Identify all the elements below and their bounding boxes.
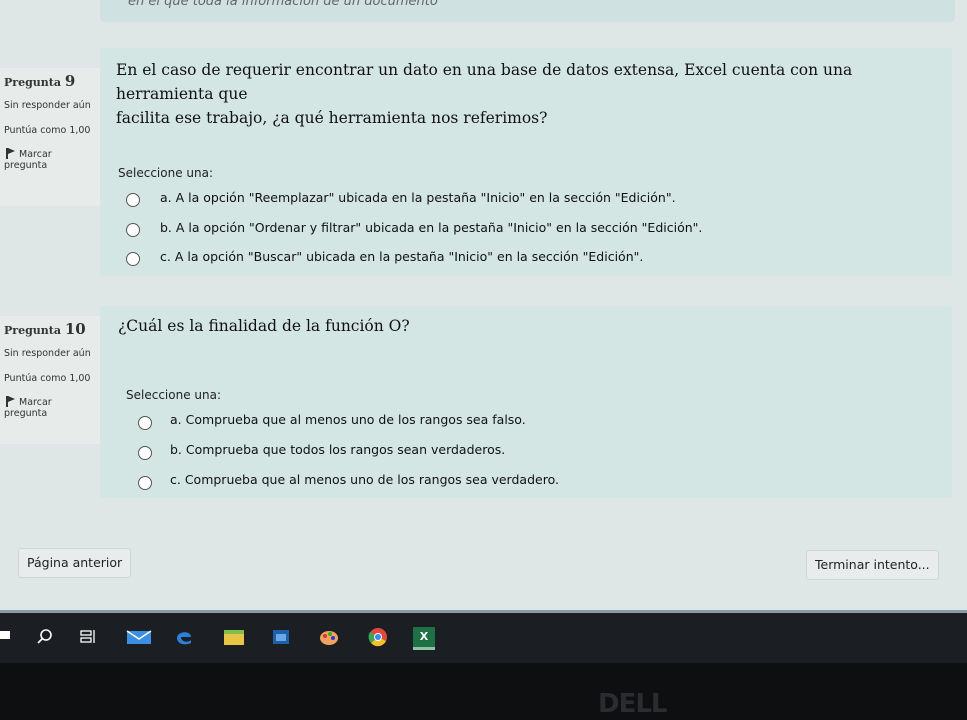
option-c-label[interactable]: c. A la opción "Buscar" ubicada en la pe… (160, 249, 643, 264)
mail-icon[interactable] (126, 627, 152, 647)
question-9-content: En el caso de requerir encontrar un dato… (100, 48, 952, 276)
chrome-icon[interactable] (366, 627, 390, 647)
option-a-label[interactable]: a. Comprueba que al menos uno de los ran… (170, 412, 526, 427)
option-c-label[interactable]: c. Comprueba que al menos uno de los ran… (170, 472, 559, 487)
windows-taskbar: X (0, 610, 967, 663)
question-number: Pregunta 10 (4, 320, 86, 338)
option-c-radio[interactable] (138, 476, 152, 490)
previous-page-button[interactable]: Página anterior (18, 548, 132, 578)
search-icon[interactable] (35, 627, 55, 647)
question-10-info: Pregunta 10 Sin responder aún Puntúa com… (0, 316, 106, 444)
question-text: ¿Cuál es la finalidad de la función O? (118, 317, 410, 335)
photos-icon[interactable] (271, 627, 291, 647)
flag-question-link[interactable]: Marcar pregunta (4, 396, 102, 419)
previous-question-snippet: en el que toda la informacion de un docu… (100, 0, 955, 22)
question-10-content: ¿Cuál es la finalidad de la función O? S… (100, 306, 952, 498)
snippet-text: en el que toda la informacion de un docu… (128, 0, 438, 9)
edge-icon[interactable] (174, 627, 194, 647)
question-number: Pregunta 9 (4, 72, 76, 90)
option-b-radio[interactable] (138, 446, 152, 460)
excel-icon[interactable]: X (413, 627, 435, 650)
task-view-icon[interactable] (78, 627, 98, 647)
paint-icon[interactable] (318, 627, 340, 647)
dell-logo: DELL (598, 689, 667, 719)
question-9-info: Pregunta 9 Sin responder aún Puntúa como… (0, 68, 106, 206)
store-icon[interactable] (222, 627, 246, 647)
question-points: Puntúa como 1,00 (4, 125, 91, 136)
flag-icon (6, 396, 15, 407)
question-points: Puntúa como 1,00 (4, 373, 91, 384)
option-c-radio[interactable] (126, 252, 140, 266)
option-a-radio[interactable] (138, 416, 152, 430)
select-one-prompt: Seleccione una: (126, 388, 221, 402)
question-status: Sin responder aún (4, 100, 91, 111)
option-b-radio[interactable] (126, 223, 140, 237)
option-a-radio[interactable] (126, 193, 140, 207)
select-one-prompt: Seleccione una: (118, 166, 213, 180)
option-b-label[interactable]: b. A la opción "Ordenar y filtrar" ubica… (160, 220, 702, 235)
question-status: Sin responder aún (4, 348, 91, 359)
flag-question-link[interactable]: Marcar pregunta (4, 148, 102, 171)
quiz-page: en el que toda la informacion de un docu… (0, 0, 967, 610)
flag-icon (6, 148, 15, 159)
windows-start-icon[interactable] (0, 631, 10, 639)
option-b-label[interactable]: b. Comprueba que todos los rangos sean v… (170, 442, 505, 457)
option-a-label[interactable]: a. A la opción "Reemplazar" ubicada en l… (160, 190, 676, 205)
finish-attempt-button[interactable]: Terminar intento... (806, 550, 939, 580)
question-text: En el caso de requerir encontrar un dato… (116, 61, 853, 127)
monitor-bezel: DELL (0, 663, 967, 720)
